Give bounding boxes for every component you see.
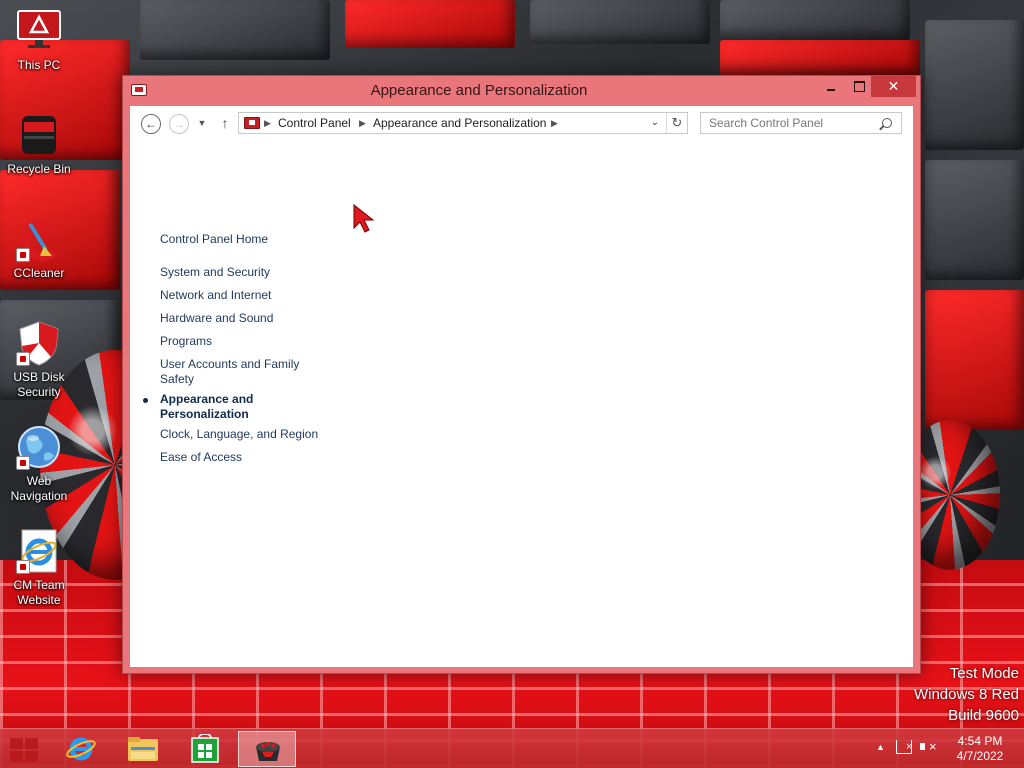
- nav-link-user-accounts-and-family-safety[interactable]: User Accounts and Family Safety: [160, 357, 310, 387]
- globe-icon: [16, 424, 62, 470]
- shortcut-arrow-icon: [16, 560, 30, 574]
- breadcrumb-chevron-icon[interactable]: ▶: [359, 116, 366, 130]
- taskbar-file-explorer[interactable]: [114, 731, 172, 767]
- breadcrumb-control-panel[interactable]: Control Panel: [278, 116, 351, 130]
- desktop-icon-label: USB Disk Security: [13, 370, 65, 399]
- system-clock[interactable]: 4:54 PM 4/7/2022: [948, 734, 1012, 764]
- desktop-icon-this-pc[interactable]: This PC: [4, 8, 74, 73]
- desktop-icon-label: CCleaner: [13, 266, 65, 280]
- desktop-icon-cm-team-website[interactable]: CM Team Website: [4, 528, 74, 608]
- maximize-button[interactable]: [845, 76, 872, 97]
- active-item-bullet: [143, 398, 148, 403]
- taskbar-store[interactable]: [176, 731, 234, 767]
- nav-link-network-and-internet[interactable]: Network and Internet: [160, 288, 330, 303]
- internet-explorer-icon: [65, 734, 97, 764]
- taskbar-control-panel[interactable]: [238, 731, 296, 767]
- control-panel-home-link[interactable]: Control Panel Home: [160, 232, 330, 247]
- desktop-icon-ccleaner[interactable]: CCleaner: [4, 216, 74, 281]
- shield-icon: [16, 320, 62, 366]
- up-arrow-icon[interactable]: ↑: [218, 114, 232, 132]
- ccleaner-icon: [16, 216, 62, 262]
- minimize-button[interactable]: [817, 76, 844, 97]
- desktop-icon-label: Web Navigation: [10, 474, 68, 503]
- file-explorer-icon: [127, 734, 159, 764]
- watermark-line: Build 9600: [948, 707, 1019, 724]
- shortcut-arrow-icon: [16, 248, 30, 262]
- windows-logo-icon: [10, 738, 23, 749]
- internet-explorer-icon: [16, 528, 62, 574]
- desktop-icon-label: CM Team Website: [13, 578, 65, 607]
- nav-link-appearance-and-personalization[interactable]: Appearance and Personalization: [160, 392, 280, 422]
- refresh-icon[interactable]: ↻: [666, 113, 687, 133]
- breadcrumb-chevron-icon[interactable]: ▶: [264, 116, 271, 130]
- address-dropdown-chevron-icon[interactable]: ⌄: [645, 113, 665, 133]
- store-icon: [189, 733, 221, 764]
- desktop-icon-web-navigation[interactable]: Web Navigation: [4, 424, 74, 504]
- taskbar: ▲ 4:54 PM 4/7/2022: [0, 728, 1024, 768]
- forward-button[interactable]: →: [169, 114, 189, 134]
- start-button[interactable]: [8, 737, 40, 763]
- nav-link-clock-language-and-region[interactable]: Clock, Language, and Region: [160, 427, 330, 442]
- title-bar[interactable]: Appearance and Personalization ✕: [123, 76, 920, 106]
- recent-locations-chevron-icon[interactable]: ▼: [196, 116, 208, 130]
- breadcrumb-chevron-icon[interactable]: ▶: [551, 116, 558, 130]
- clock-date: 4/7/2022: [956, 749, 1004, 763]
- volume-muted-icon[interactable]: [920, 739, 938, 755]
- search-icon[interactable]: [882, 118, 892, 128]
- test-mode-watermark: Test Mode Windows 8 Red Build 9600: [914, 663, 1019, 726]
- monitor-icon: [16, 8, 62, 54]
- show-hidden-icons-chevron-icon[interactable]: ▲: [876, 742, 885, 752]
- close-button[interactable]: ✕: [871, 76, 916, 97]
- back-button[interactable]: ←: [141, 114, 161, 134]
- shortcut-arrow-icon: [16, 456, 30, 470]
- control-panel-icon: [244, 117, 260, 129]
- network-icon[interactable]: [896, 740, 912, 754]
- search-input[interactable]: [700, 112, 902, 134]
- desktop-icon-usb-disk-security[interactable]: USB Disk Security: [4, 320, 74, 400]
- control-panel-window[interactable]: Appearance and Personalization ✕ ← → ▼ ↑…: [122, 75, 921, 674]
- nav-link-ease-of-access[interactable]: Ease of Access: [160, 450, 330, 465]
- clock-time: 4:54 PM: [957, 734, 1003, 748]
- window-title: Appearance and Personalization: [370, 82, 588, 99]
- taskbar-internet-explorer[interactable]: [52, 731, 110, 767]
- window-client-area: ← → ▼ ↑ ▶ Control Panel ▶ Appearance and…: [130, 106, 913, 667]
- watermark-line: Test Mode: [949, 665, 1019, 682]
- control-panel-icon: [252, 735, 284, 765]
- shortcut-arrow-icon: [16, 352, 30, 366]
- desktop-icon-label: Recycle Bin: [7, 162, 71, 176]
- address-bar[interactable]: ▶ Control Panel ▶ Appearance and Persona…: [238, 112, 688, 134]
- nav-link-system-and-security[interactable]: System and Security: [160, 265, 330, 280]
- nav-link-hardware-and-sound[interactable]: Hardware and Sound: [160, 311, 330, 326]
- desktop-icon-label: This PC: [17, 58, 61, 72]
- breadcrumb-appearance-and-personalization[interactable]: Appearance and Personalization: [373, 116, 546, 130]
- watermark-line: Windows 8 Red: [913, 686, 1019, 703]
- nav-link-programs[interactable]: Programs: [160, 334, 330, 349]
- desktop-icon-recycle-bin[interactable]: Recycle Bin: [4, 112, 74, 177]
- recycle-bin-icon: [16, 112, 62, 158]
